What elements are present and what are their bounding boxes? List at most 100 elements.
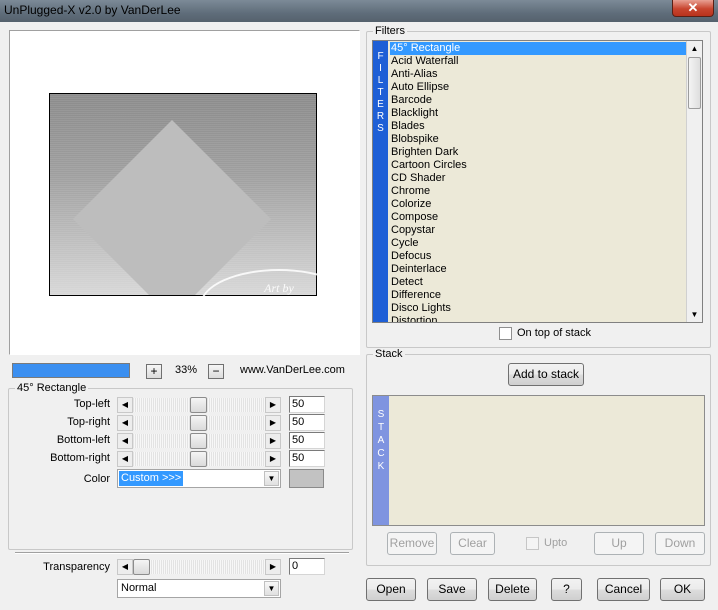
- blend-mode-value: Normal: [121, 582, 157, 594]
- filter-list-item[interactable]: Difference: [390, 289, 687, 302]
- slider-left-arrow-icon[interactable]: ◀: [117, 433, 133, 449]
- slider-right-arrow-icon[interactable]: ▶: [265, 451, 281, 467]
- filter-list-item[interactable]: Disco Lights: [390, 302, 687, 315]
- progress-bar: [12, 363, 130, 378]
- filters-items: 45° Rectangle Acid Waterfall Anti-Alias Aut…: [390, 42, 687, 322]
- delete-button[interactable]: Delete: [488, 578, 537, 601]
- filter-list-item[interactable]: Brighten Dark: [390, 146, 687, 159]
- slider-right-arrow-icon[interactable]: ▶: [265, 559, 281, 575]
- filter-list-item[interactable]: Deinterlace: [390, 263, 687, 276]
- slider-left-arrow-icon[interactable]: ◀: [117, 559, 133, 575]
- slider-thumb[interactable]: [190, 451, 207, 467]
- watermark-line-2: Neusa Novaes: [230, 296, 328, 312]
- title-bar: UnPlugged-X v2.0 by VanDerLee ✕: [0, 0, 718, 22]
- filter-list-item[interactable]: Copystar: [390, 224, 687, 237]
- slider-right-arrow-icon[interactable]: ▶: [265, 433, 281, 449]
- website-link[interactable]: www.VanDerLee.com: [240, 364, 345, 376]
- side-letter: A: [377, 435, 385, 446]
- parameters-legend: 45° Rectangle: [17, 382, 87, 394]
- slider-left-arrow-icon[interactable]: ◀: [117, 451, 133, 467]
- watermark: Art by Neusa Novaes: [200, 269, 358, 341]
- side-letter: S: [377, 409, 385, 420]
- help-button[interactable]: ?: [551, 578, 582, 601]
- filter-list-item[interactable]: Barcode: [390, 94, 687, 107]
- bottom-left-slider[interactable]: ◀ ▶: [117, 433, 281, 449]
- cancel-button[interactable]: Cancel: [597, 578, 650, 601]
- scroll-down-icon[interactable]: ▼: [687, 307, 702, 322]
- filter-list-item[interactable]: Blobspike: [390, 133, 687, 146]
- slider-thumb[interactable]: [190, 433, 207, 449]
- slider-right-arrow-icon[interactable]: ▶: [265, 397, 281, 413]
- filter-list-item[interactable]: Anti-Alias: [390, 68, 687, 81]
- scroll-thumb[interactable]: [688, 57, 701, 109]
- top-left-slider[interactable]: ◀ ▶: [117, 397, 281, 413]
- slider-thumb[interactable]: [190, 415, 207, 431]
- filter-list-item[interactable]: Acid Waterfall: [390, 55, 687, 68]
- filter-list-item[interactable]: Chrome: [390, 185, 687, 198]
- bottom-right-label: Bottom-right: [50, 452, 110, 464]
- filter-list-item[interactable]: Blades: [390, 120, 687, 133]
- scroll-up-icon[interactable]: ▲: [687, 41, 702, 56]
- top-right-value[interactable]: 50: [289, 414, 325, 431]
- top-left-value[interactable]: 50: [289, 396, 325, 413]
- side-letter: C: [377, 448, 385, 459]
- side-letter: L: [377, 75, 384, 86]
- blend-mode-dropdown[interactable]: Normal ▼: [117, 579, 281, 598]
- close-button[interactable]: ✕: [672, 0, 714, 17]
- filter-list-item[interactable]: Defocus: [390, 250, 687, 263]
- filters-list[interactable]: F I L T E R S 45° Rectangle Acid Waterfal…: [372, 40, 703, 323]
- zoom-out-button[interactable]: −: [208, 364, 224, 379]
- down-button[interactable]: Down: [655, 532, 705, 555]
- ok-button[interactable]: OK: [660, 578, 705, 601]
- slider-right-arrow-icon[interactable]: ▶: [265, 415, 281, 431]
- filters-side-label: F I L T E R S: [373, 41, 388, 322]
- separator: [15, 552, 349, 554]
- filter-list-item[interactable]: Auto Ellipse: [390, 81, 687, 94]
- transparency-value[interactable]: 0: [289, 558, 325, 575]
- top-right-slider[interactable]: ◀ ▶: [117, 415, 281, 431]
- filter-list-item[interactable]: 45° Rectangle: [390, 42, 687, 55]
- bottom-right-slider[interactable]: ◀ ▶: [117, 451, 281, 467]
- filter-list-item[interactable]: Colorize: [390, 198, 687, 211]
- filter-list-item[interactable]: Cartoon Circles: [390, 159, 687, 172]
- preview-image[interactable]: [49, 93, 317, 296]
- transparency-label: Transparency: [43, 561, 110, 573]
- stack-list[interactable]: S T A C K: [372, 395, 705, 526]
- save-button[interactable]: Save: [427, 578, 477, 601]
- window-title: UnPlugged-X v2.0 by VanDerLee: [4, 3, 181, 17]
- bottom-right-value[interactable]: 50: [289, 450, 325, 467]
- slider-left-arrow-icon[interactable]: ◀: [117, 415, 133, 431]
- filter-list-item[interactable]: Blacklight: [390, 107, 687, 120]
- filter-list-item[interactable]: Compose: [390, 211, 687, 224]
- stack-side-label: S T A C K: [373, 396, 389, 525]
- color-dropdown[interactable]: Custom >>> ▼: [117, 469, 281, 488]
- transparency-slider[interactable]: ◀ ▶: [117, 559, 281, 575]
- slider-thumb[interactable]: [190, 397, 207, 413]
- slider-left-arrow-icon[interactable]: ◀: [117, 397, 133, 413]
- side-letter: T: [377, 422, 385, 433]
- top-right-label: Top-right: [67, 416, 110, 428]
- add-to-stack-button[interactable]: Add to stack: [508, 363, 584, 386]
- filter-list-item[interactable]: Detect: [390, 276, 687, 289]
- side-letter: I: [379, 63, 382, 74]
- upto-checkbox[interactable]: [526, 537, 539, 550]
- filter-list-item[interactable]: CD Shader: [390, 172, 687, 185]
- up-button[interactable]: Up: [594, 532, 644, 555]
- slider-track[interactable]: [133, 560, 265, 574]
- chevron-down-icon[interactable]: ▼: [264, 581, 279, 596]
- filter-list-item[interactable]: Distortion: [390, 315, 687, 322]
- slider-thumb[interactable]: [133, 559, 150, 575]
- clear-button[interactable]: Clear: [450, 532, 495, 555]
- on-top-checkbox[interactable]: [499, 327, 512, 340]
- bottom-left-value[interactable]: 50: [289, 432, 325, 449]
- filter-list-item[interactable]: Cycle: [390, 237, 687, 250]
- color-label: Color: [83, 473, 110, 485]
- color-dropdown-value: Custom >>>: [119, 471, 184, 486]
- top-left-label: Top-left: [73, 398, 110, 410]
- zoom-in-button[interactable]: +: [146, 364, 162, 379]
- chevron-down-icon[interactable]: ▼: [264, 471, 279, 486]
- open-button[interactable]: Open: [366, 578, 416, 601]
- color-swatch[interactable]: [289, 469, 324, 488]
- remove-button[interactable]: Remove: [387, 532, 437, 555]
- filters-scrollbar[interactable]: ▲ ▼: [686, 41, 702, 322]
